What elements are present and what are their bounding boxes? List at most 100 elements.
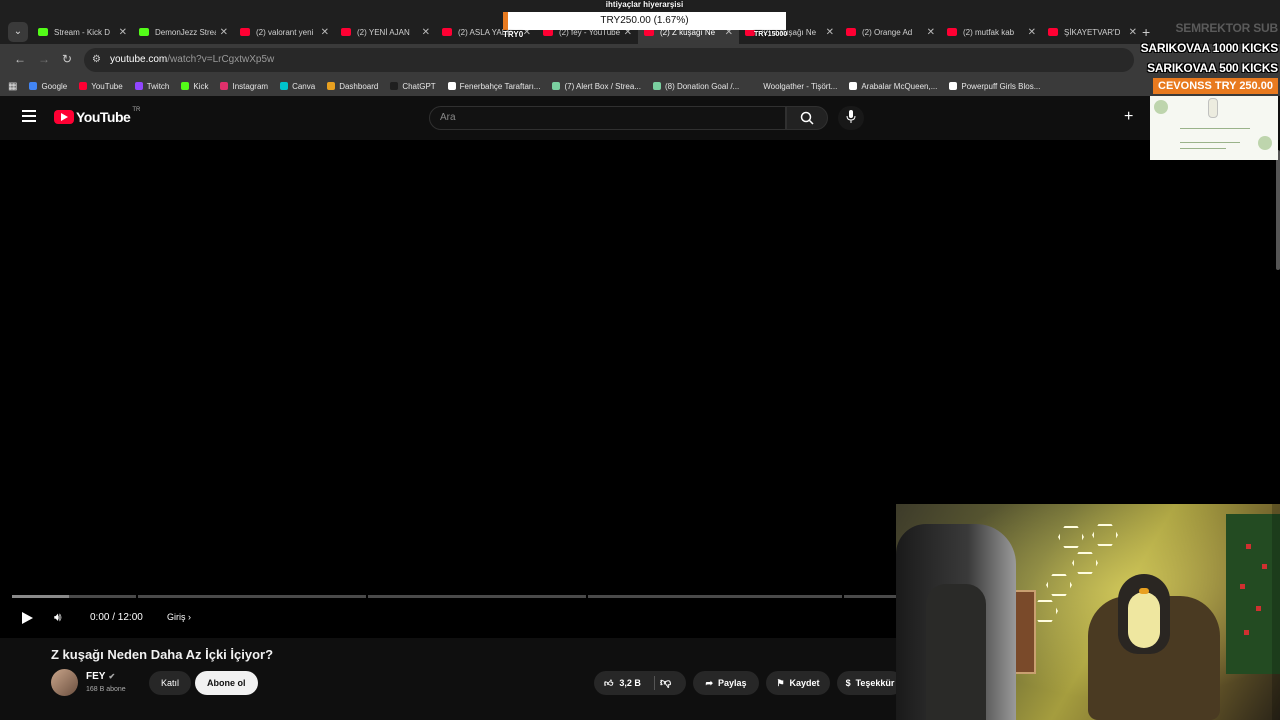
bookmark-label: (7) Alert Box / Strea... bbox=[564, 81, 641, 91]
bookmark-favicon-icon bbox=[220, 82, 229, 90]
tab-label: (2) valorant yeni bbox=[256, 27, 314, 37]
subscribe-button[interactable]: Abone ol bbox=[195, 671, 258, 695]
chapter-marker bbox=[366, 595, 368, 598]
bookmark-favicon-icon bbox=[447, 82, 456, 90]
channel-avatar[interactable] bbox=[51, 669, 78, 696]
progress-loaded bbox=[12, 595, 69, 598]
youtube-favicon-icon bbox=[846, 28, 856, 36]
close-tab-icon[interactable]: ✕ bbox=[321, 27, 329, 38]
country-code: TR bbox=[132, 107, 141, 113]
browser-tab[interactable]: ŞİKAYETVAR'D ✕ bbox=[1042, 20, 1143, 44]
search-input[interactable] bbox=[440, 112, 770, 123]
close-tab-icon[interactable]: ✕ bbox=[927, 27, 935, 38]
card-figure bbox=[1208, 98, 1218, 118]
apps-icon[interactable]: ▦ bbox=[8, 81, 17, 92]
bookmark-item[interactable]: Powerpuff Girls Blos... bbox=[949, 82, 1040, 91]
bookmark-item[interactable]: Kick bbox=[181, 82, 208, 91]
goal-start: TRY0 bbox=[503, 30, 524, 39]
browser-tab[interactable]: (2) valorant yeni ✕ bbox=[234, 20, 335, 44]
bookmark-item[interactable]: Canva bbox=[280, 82, 315, 91]
bookmark-item[interactable]: Arabalar McQueen,... bbox=[849, 82, 937, 91]
volume-icon[interactable]: 🔊︎ bbox=[54, 610, 62, 625]
menu-icon[interactable] bbox=[22, 110, 36, 122]
bookmark-item[interactable]: (8) Donation Goal /... bbox=[652, 81, 740, 91]
close-tab-icon[interactable]: ✕ bbox=[1129, 27, 1137, 38]
bookmark-favicon-icon bbox=[949, 82, 958, 90]
save-button[interactable]: ⚑ Kaydet bbox=[766, 671, 830, 695]
browser-toolbar: ← → ↻ ⚙ youtube.com/watch?v=LrCgxtwXp5w bbox=[0, 44, 1280, 76]
thanks-button[interactable]: $ Teşekkür bbox=[837, 671, 903, 695]
bookmark-item[interactable]: Dashboard bbox=[327, 82, 378, 91]
penguin-beak bbox=[1139, 588, 1149, 594]
site-info-icon[interactable]: ⚙ bbox=[92, 54, 101, 65]
page-scrollbar[interactable] bbox=[1276, 150, 1280, 270]
bookmark-label: Canva bbox=[292, 81, 316, 91]
goal-amount: TRY250.00 (1.67%) bbox=[600, 15, 689, 26]
bookmark-favicon-icon bbox=[181, 82, 190, 90]
alert-highlight: CEVONSS TRY 250.00 bbox=[1153, 78, 1278, 94]
bookmark-item[interactable]: Instagram bbox=[220, 82, 268, 91]
search-button[interactable] bbox=[786, 106, 828, 130]
search-icon bbox=[800, 111, 814, 125]
bookmark-label: Instagram bbox=[232, 81, 269, 91]
reload-icon[interactable]: ↻ bbox=[62, 52, 72, 66]
browser-tab[interactable]: (2) Orange Ad ✕ bbox=[840, 20, 941, 44]
back-icon[interactable]: ← bbox=[14, 52, 26, 66]
time-display: 0:00 / 12:00 bbox=[90, 612, 143, 623]
card-text-line bbox=[1180, 148, 1226, 149]
browser-tab[interactable]: (2) mutfak kab ✕ bbox=[941, 20, 1042, 44]
voice-search-button[interactable] bbox=[838, 106, 864, 130]
browser-tab[interactable]: Stream - Kick D ✕ bbox=[32, 20, 133, 44]
youtube-favicon-icon bbox=[1048, 28, 1058, 36]
bookmark-favicon-icon bbox=[29, 82, 38, 90]
browser-tab[interactable]: (2) YENİ AJAN ✕ bbox=[335, 20, 436, 44]
play-icon[interactable] bbox=[22, 612, 33, 624]
like-button[interactable]: 👍︎ 3,2 B 👎︎ bbox=[594, 671, 686, 695]
streamer bbox=[926, 584, 986, 720]
youtube-favicon-icon bbox=[240, 28, 250, 36]
tab-search-icon[interactable]: ⌄ bbox=[8, 22, 28, 42]
close-tab-icon[interactable]: ✕ bbox=[119, 27, 127, 38]
url-text[interactable]: youtube.com/watch?v=LrCgxtwXp5w bbox=[110, 54, 274, 65]
bookmark-item[interactable]: (7) Alert Box / Strea... bbox=[552, 81, 641, 91]
close-tab-icon[interactable]: ✕ bbox=[1028, 27, 1036, 38]
youtube-logo[interactable]: YouTube TR bbox=[54, 107, 141, 125]
join-button[interactable]: Katıl bbox=[149, 671, 192, 695]
thanks-icon: $ bbox=[845, 678, 851, 688]
bookmark-label: Twitch bbox=[146, 81, 170, 91]
chapter-marker bbox=[136, 595, 138, 598]
bookmark-favicon-icon bbox=[280, 82, 289, 90]
close-tab-icon[interactable]: ✕ bbox=[826, 27, 834, 38]
youtube-favicon-icon bbox=[947, 28, 957, 36]
forward-icon[interactable]: → bbox=[38, 52, 50, 66]
bookmark-item[interactable]: Twitch bbox=[134, 81, 170, 91]
bookmark-favicon-icon bbox=[390, 82, 399, 90]
verified-icon: ✔ bbox=[108, 672, 116, 681]
chapter-button[interactable]: Giriş › bbox=[167, 612, 191, 622]
close-tab-icon[interactable]: ✕ bbox=[220, 27, 228, 38]
channel-name[interactable]: FEY ✔ bbox=[86, 671, 115, 682]
tab-label: (2) YENİ AJAN bbox=[357, 27, 410, 37]
bookmark-favicon-icon bbox=[134, 82, 143, 90]
create-button[interactable]: + bbox=[1124, 108, 1133, 126]
alert-feed: SEMREKTOR SUB SARIKOVAA 1000 KICKS SARIKOV… bbox=[1138, 18, 1279, 78]
bookmark-item[interactable]: Woolgather - Tişört... bbox=[751, 82, 837, 91]
bookmark-favicon-icon bbox=[552, 82, 561, 90]
close-tab-icon[interactable]: ✕ bbox=[422, 27, 430, 38]
bookmark-item[interactable]: Google bbox=[29, 82, 67, 91]
address-bar[interactable]: ⚙ youtube.com/watch?v=LrCgxtwXp5w bbox=[84, 48, 1134, 72]
tab-label: (2) Orange Ad bbox=[862, 27, 913, 37]
bookmark-item[interactable]: ChatGPT bbox=[390, 81, 436, 91]
browser-tab[interactable]: DemonJezz Stream ✕ bbox=[133, 20, 234, 44]
bookmark-item[interactable]: Fenerbahçe Taraftarı... bbox=[447, 82, 540, 91]
webcam-edge bbox=[1272, 504, 1280, 720]
bookmark-label: ChatGPT bbox=[402, 81, 436, 91]
tab-label: Stream - Kick D bbox=[54, 27, 111, 37]
bookmark-label: YouTube bbox=[91, 81, 123, 91]
bookmark-label: (8) Donation Goal /... bbox=[664, 81, 740, 91]
card-text-line bbox=[1180, 142, 1240, 143]
youtube-favicon-icon bbox=[442, 28, 452, 36]
dislike-icon[interactable]: 👎︎ bbox=[660, 676, 671, 689]
bookmark-item[interactable]: YouTube bbox=[79, 81, 123, 91]
share-button[interactable]: ➦ Paylaş bbox=[693, 671, 759, 695]
